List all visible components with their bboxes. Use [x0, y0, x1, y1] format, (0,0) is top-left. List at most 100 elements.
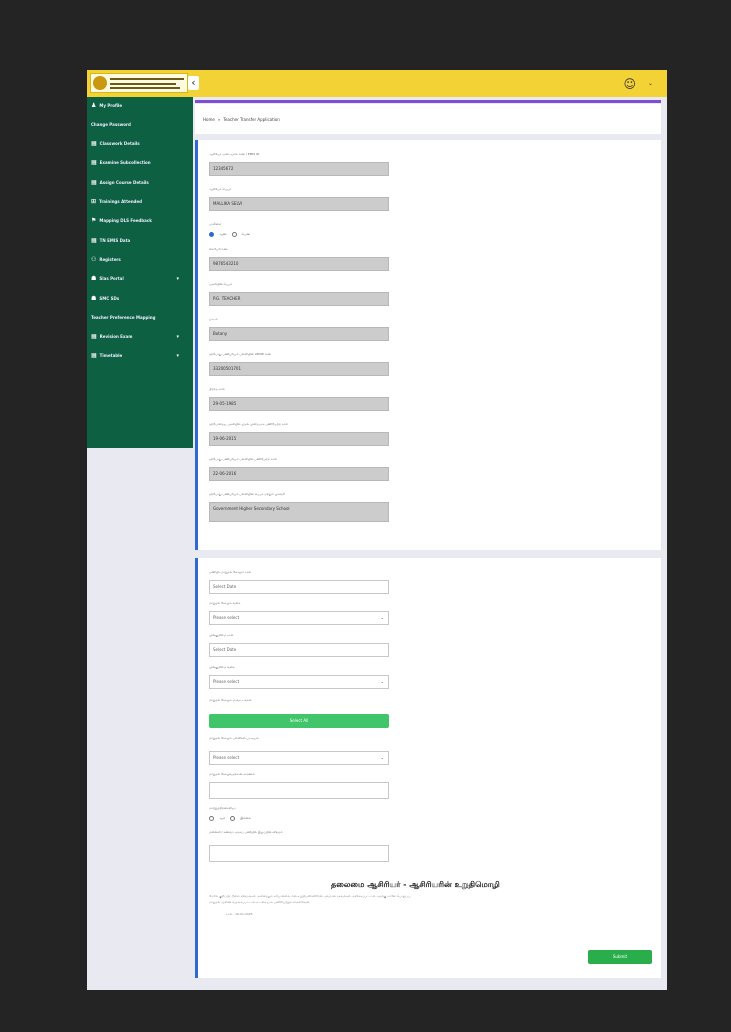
sidebar-item[interactable]: ⚑ Mapping DLS Feedback: [91, 214, 191, 228]
radio-1[interactable]: [231, 232, 237, 237]
cap-icon: ☗: [91, 275, 97, 283]
field-label: தற்போதைய பதவியில் முதல் முறையாக பணியேற்ற…: [209, 422, 288, 426]
readonly-field: 12345672: [209, 162, 389, 176]
submit-button[interactable]: Submit: [588, 950, 652, 964]
select-all-button[interactable]: Select All: [209, 714, 389, 728]
sidebar-item-label: My Profile: [99, 102, 123, 108]
list-icon: ▦: [91, 236, 97, 244]
field-label: ஆசிரியர் பெயர்: [209, 187, 232, 191]
readonly-field: MALLIKA SELVI: [209, 197, 389, 211]
chevron-down-icon: ⌄: [380, 679, 384, 684]
sidebar-item[interactable]: ⊞ Trainings Attended: [91, 195, 191, 209]
transfer-request-panel: பணியிடமாறுதல் கோரும் நாள் Select Date மா…: [195, 558, 661, 978]
sidebar-item[interactable]: ☗ Slas Portal ▾: [91, 272, 191, 286]
gender-radio-group: ஆண் பெண்: [209, 232, 250, 237]
field-label: தற்போது பணிபுரியும் பள்ளியின் பெயர் மற்ற…: [209, 492, 285, 496]
sidebar-item[interactable]: ▦ Examine Subcollection: [91, 156, 191, 170]
radio-0[interactable]: [209, 232, 214, 237]
list-icon: ▦: [91, 352, 97, 360]
sidebar-item-label: Change Password: [91, 121, 131, 127]
field-label: ஆசிரியர் அடையாள எண் / EMIS ID: [209, 152, 260, 156]
declaration-title: தலைமை ஆசிரியர் - ஆசிரியரின் உறுதிமொழி: [331, 880, 500, 889]
grid-icon: ⊞: [91, 198, 97, 205]
sidebar-item[interactable]: ▦ Classwork Details: [91, 137, 191, 151]
reason-textarea[interactable]: [209, 782, 389, 799]
readonly-field: Government Higher Secondary School: [209, 502, 389, 522]
spouse-textarea[interactable]: [209, 845, 389, 862]
app-logo[interactable]: [90, 73, 188, 93]
sidebar-item[interactable]: ▦ TN EMIS Data: [91, 233, 191, 247]
field-label: பதவியின் பெயர்: [209, 282, 233, 286]
priority-type-select[interactable]: Please select ⌄: [209, 675, 389, 689]
readonly-field: Botany: [209, 327, 389, 341]
chevron-down-icon: ▾: [176, 275, 179, 282]
field-label: பாலினம்: [209, 222, 222, 226]
sidebar-item-label: Revision Exam: [99, 334, 133, 340]
schools-label: மாறுதல் கோரும் பள்ளிகள் பட்டியல்: [209, 736, 259, 740]
app-window: ‹ ☺ ⌄ ♟ My Profile Change Password ▦ Classwo…: [87, 70, 667, 990]
header-bar: ‹ ☺ ⌄: [87, 70, 667, 97]
chevron-down-icon: ▾: [176, 352, 179, 359]
users-icon: ⚇: [91, 255, 97, 263]
transfer-date-label: பணியிடமாறுதல் கோரும் நாள்: [209, 570, 252, 574]
reason-label: மாறுதல் கோருவதற்கான காரணம்: [209, 772, 255, 776]
breadcrumb-panel: Home » Teacher Transfer Application: [195, 104, 661, 134]
sidebar-item-label: Examine Subcollection: [99, 160, 151, 166]
sidebar-item-label: Mapping DLS Feedback: [99, 218, 152, 224]
readonly-field: 33200501701: [209, 362, 389, 376]
declaration-line-1: மேலே குறிப்பிட்டுள்ள விவரங்கள் அனைத்தும்…: [209, 894, 411, 898]
field-label: பாடம்: [209, 317, 218, 321]
sidebar-item[interactable]: ▦ Timetable ▾: [91, 349, 191, 363]
emblem-icon: [93, 76, 107, 90]
user-circle-icon: ☺: [623, 76, 636, 91]
priority-date-input[interactable]: Select Date: [209, 643, 389, 657]
schools-select[interactable]: Please select ⌄: [209, 751, 389, 765]
chevron-down-icon: ⌄: [647, 80, 653, 87]
cap-icon: ☗: [91, 294, 97, 302]
list-icon: ▦: [91, 333, 97, 341]
accent-bar: [195, 100, 661, 103]
field-label: தற்போது பணிபுரியும் பள்ளியில் பணியேற்ற ந…: [209, 457, 277, 461]
priority-type-label: முன்னுரிமை வகை: [209, 665, 235, 669]
disability-radio-group: ஆம் இல்லை: [209, 816, 251, 821]
breadcrumb-home[interactable]: Home: [203, 117, 215, 122]
sidebar: ♟ My Profile Change Password ▦ Classwork Det…: [87, 97, 193, 448]
list-icon: ▦: [91, 140, 97, 148]
readonly-field: 29-05-1985: [209, 397, 389, 411]
readonly-field: 19-06-2015: [209, 432, 389, 446]
readonly-field: 9876543210: [209, 257, 389, 271]
disability-label: மாற்றுத்திறனாளியா: [209, 806, 236, 810]
sidebar-item-label: Slas Portal: [99, 276, 124, 282]
transfer-type-label: மாறுதல் கோரும் வகை: [209, 601, 241, 605]
sidebar-item[interactable]: ⚇ Registers: [91, 252, 191, 266]
chevron-down-icon: ⌄: [380, 615, 384, 620]
sidebar-item-label: Trainings Attended: [99, 199, 142, 204]
transfer-date-input[interactable]: Select Date: [209, 580, 389, 594]
sidebar-item[interactable]: Teacher Preference Mapping: [91, 310, 191, 324]
breadcrumb: Home » Teacher Transfer Application: [203, 117, 280, 122]
breadcrumb-current: Teacher Transfer Application: [223, 117, 280, 122]
breadcrumb-separator: »: [217, 117, 221, 122]
flag-icon: ⚑: [91, 217, 97, 225]
radio-yes[interactable]: [209, 816, 214, 821]
declaration-line-2: மாறுதல் ஆணை வழங்கப்பட்டால் உடனடியாக பணிய…: [209, 900, 311, 904]
districts-label: மாறுதல் கோரும் மாவட்டங்கள்: [209, 698, 252, 702]
transfer-type-select[interactable]: Please select ⌄: [209, 611, 389, 625]
sidebar-item[interactable]: ☗ SMC SDs: [91, 291, 191, 305]
field-label: கைபேசி எண்: [209, 247, 228, 251]
sidebar-item[interactable]: ▦ Revision Exam ▾: [91, 330, 191, 344]
chevron-down-icon: ⌄: [380, 755, 384, 760]
sidebar-item[interactable]: Change Password: [91, 117, 191, 131]
sidebar-item-label: Timetable: [99, 353, 123, 359]
user-icon: ♟: [91, 101, 97, 109]
readonly-field: P.G. TEACHER: [209, 292, 389, 306]
main-content: Home » Teacher Transfer Application ஆசிர…: [195, 100, 661, 990]
user-menu[interactable]: ☺ ⌄: [623, 75, 653, 92]
list-icon: ▦: [91, 159, 97, 167]
radio-no[interactable]: [230, 816, 236, 821]
sidebar-item-label: Teacher Preference Mapping: [91, 314, 156, 320]
sidebar-item-label: Classwork Details: [99, 141, 140, 147]
sidebar-toggle-button[interactable]: ‹: [188, 76, 199, 90]
sidebar-item[interactable]: ♟ My Profile: [91, 98, 191, 112]
sidebar-item[interactable]: ▦ Assign Course Details: [91, 175, 191, 189]
